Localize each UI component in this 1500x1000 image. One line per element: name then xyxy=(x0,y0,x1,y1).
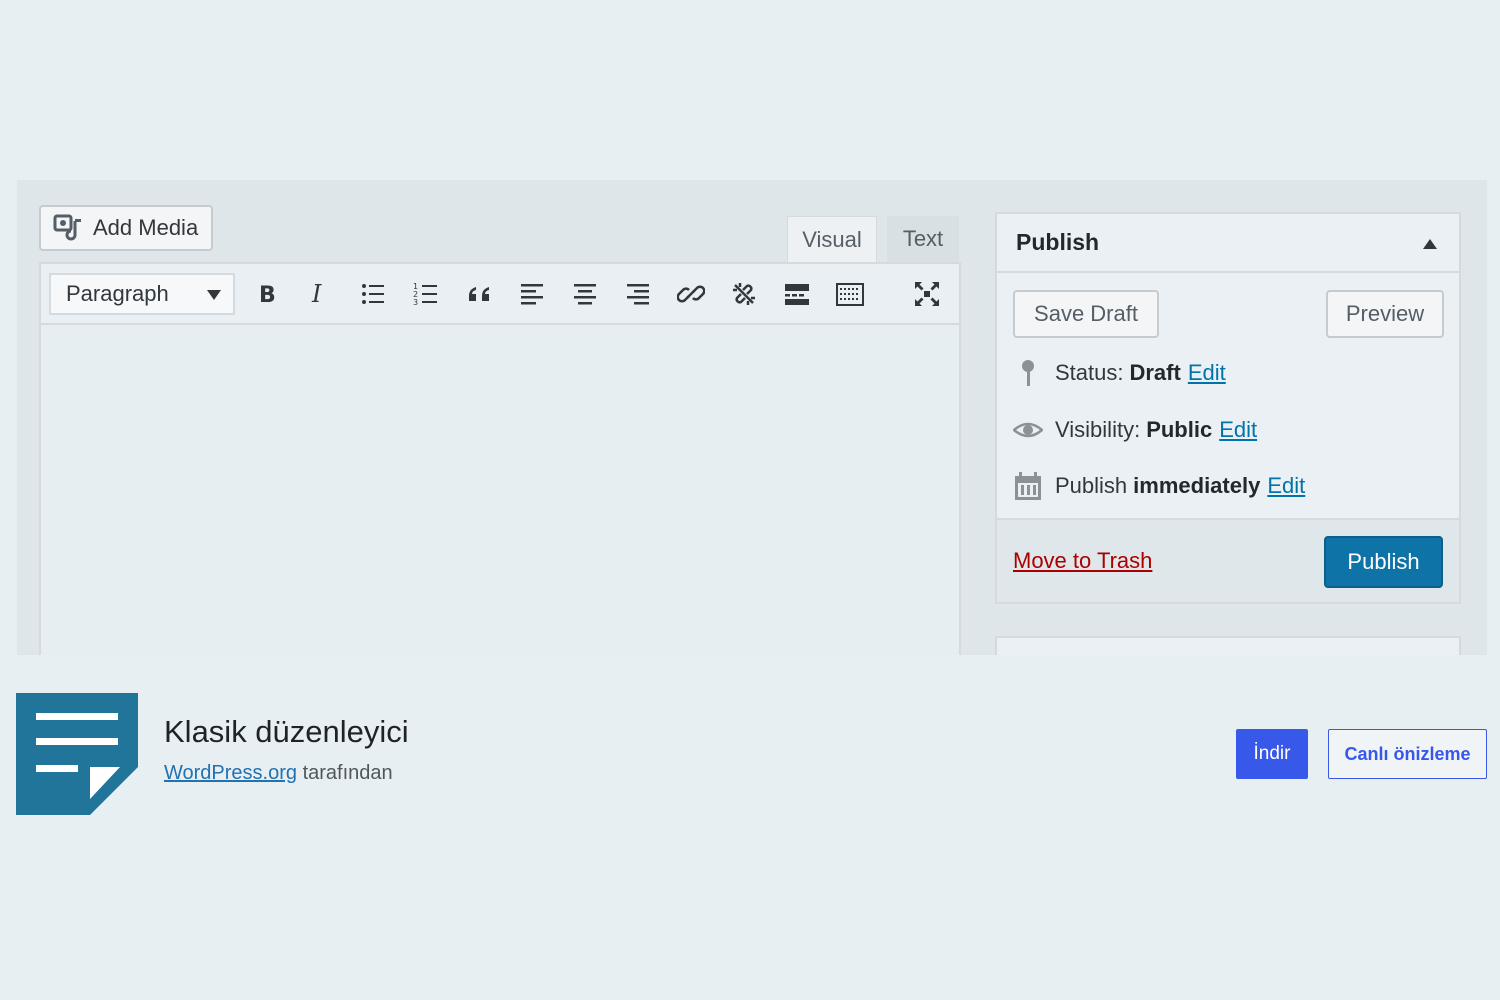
publish-button[interactable]: Publish xyxy=(1324,536,1443,588)
move-to-trash-link[interactable]: Move to Trash xyxy=(1013,548,1152,574)
bold-icon[interactable]: B xyxy=(251,278,283,310)
svg-text:3: 3 xyxy=(413,298,418,307)
visibility-label: Visibility: xyxy=(1055,417,1141,442)
visibility-edit-link[interactable]: Edit xyxy=(1219,417,1257,443)
chevron-down-icon xyxy=(207,290,221,300)
publish-box: Publish Save Draft Preview Status: Draft… xyxy=(995,212,1461,604)
calendar-icon xyxy=(1013,471,1043,501)
unlink-icon[interactable] xyxy=(728,278,760,310)
svg-text:B: B xyxy=(259,283,276,308)
save-draft-button[interactable]: Save Draft xyxy=(1013,290,1159,338)
publish-box-header[interactable]: Publish xyxy=(997,214,1459,273)
format-select-value: Paragraph xyxy=(66,281,169,306)
visibility-row: Visibility: Public Edit xyxy=(1013,414,1257,446)
download-button[interactable]: İndir xyxy=(1236,729,1308,779)
italic-icon[interactable]: I xyxy=(304,278,336,310)
link-icon[interactable] xyxy=(675,278,707,310)
numbered-list-icon[interactable]: 123 xyxy=(410,278,442,310)
publish-box-footer: Move to Trash Publish xyxy=(997,518,1459,602)
add-media-label: Add Media xyxy=(93,215,199,240)
status-row: Status: Draft Edit xyxy=(1013,357,1226,389)
editor-screenshot: Add Media Visual Text Paragraph B I 123 xyxy=(17,180,1487,655)
fullscreen-icon[interactable] xyxy=(911,278,943,310)
author-link[interactable]: WordPress.org xyxy=(164,762,297,784)
plugin-name: Klasik düzenleyici xyxy=(164,714,409,749)
author-suffix: tarafından xyxy=(302,762,393,784)
publish-time-edit-link[interactable]: Edit xyxy=(1267,473,1305,499)
visibility-value: Public xyxy=(1146,417,1213,442)
plugin-logo-icon xyxy=(16,693,138,815)
live-preview-button[interactable]: Canlı önizleme xyxy=(1328,729,1487,779)
svg-text:I: I xyxy=(311,280,322,308)
status-edit-link[interactable]: Edit xyxy=(1188,360,1226,386)
align-left-icon[interactable] xyxy=(516,278,548,310)
publish-box-title: Publish xyxy=(1016,229,1100,255)
editor-toolbar: Paragraph B I 123 xyxy=(41,264,959,325)
media-icon xyxy=(53,213,83,243)
publish-time-row: Publish immediately Edit xyxy=(1013,470,1305,502)
pin-icon xyxy=(1013,358,1043,388)
format-select[interactable]: Paragraph xyxy=(49,273,235,315)
status-label: Status: xyxy=(1055,360,1124,385)
toolbar-toggle-icon[interactable] xyxy=(834,278,866,310)
editor-area[interactable]: Paragraph B I 123 xyxy=(39,262,961,655)
bullet-list-icon[interactable] xyxy=(357,278,389,310)
publish-time-label: Publish xyxy=(1055,473,1128,498)
next-metabox xyxy=(995,636,1461,655)
plugin-author: WordPress.org tarafından xyxy=(164,762,393,785)
read-more-icon[interactable] xyxy=(781,278,813,310)
status-value: Draft xyxy=(1129,360,1181,385)
blockquote-icon[interactable] xyxy=(463,278,495,310)
tab-text[interactable]: Text xyxy=(887,216,959,262)
add-media-button[interactable]: Add Media xyxy=(39,205,213,251)
collapse-arrow-icon[interactable] xyxy=(1423,239,1437,249)
eye-icon xyxy=(1013,415,1043,445)
align-right-icon[interactable] xyxy=(622,278,654,310)
tab-visual[interactable]: Visual xyxy=(787,216,877,262)
publish-time-value: immediately xyxy=(1133,473,1261,498)
align-center-icon[interactable] xyxy=(569,278,601,310)
preview-button[interactable]: Preview xyxy=(1326,290,1444,338)
